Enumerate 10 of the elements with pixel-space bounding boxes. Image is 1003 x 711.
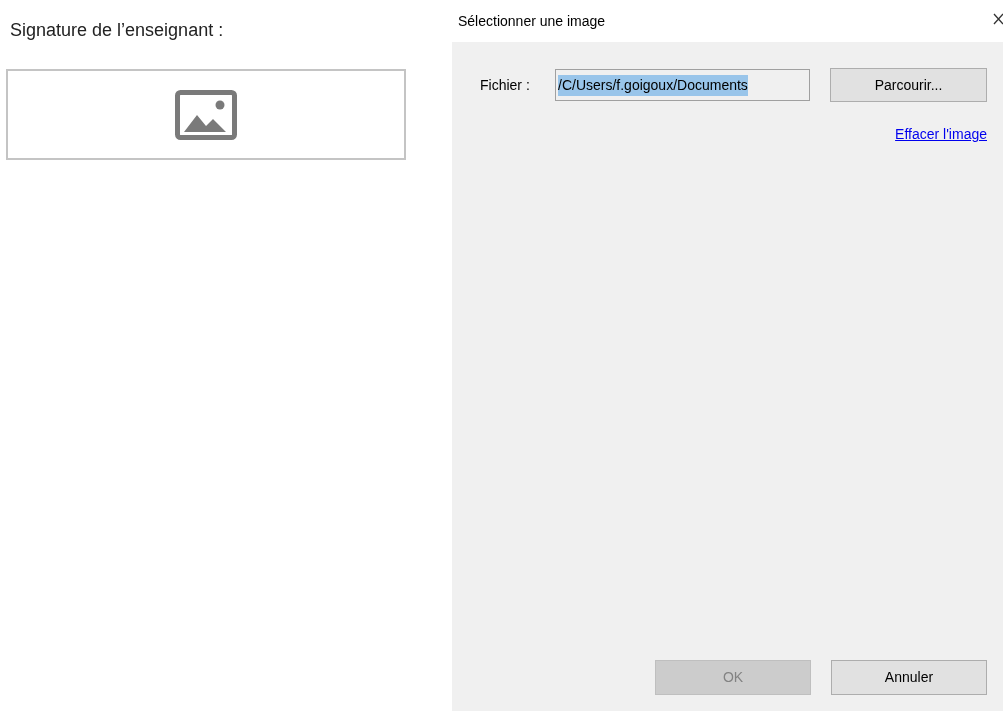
file-path-field[interactable]: /C/Users/f.goigoux/Documents [555,69,810,101]
close-icon[interactable] [993,13,1003,25]
browse-button[interactable]: Parcourir... [830,68,987,102]
image-icon [175,89,237,140]
signature-label: Signature de l’enseignant : [10,19,224,42]
signature-image-box[interactable] [6,69,406,160]
dialog-title: Sélectionner une image [458,11,606,31]
file-label: Fichier : [480,75,531,95]
cancel-button[interactable]: Annuler [831,660,987,695]
clear-image-link[interactable]: Effacer l'image [895,124,987,145]
